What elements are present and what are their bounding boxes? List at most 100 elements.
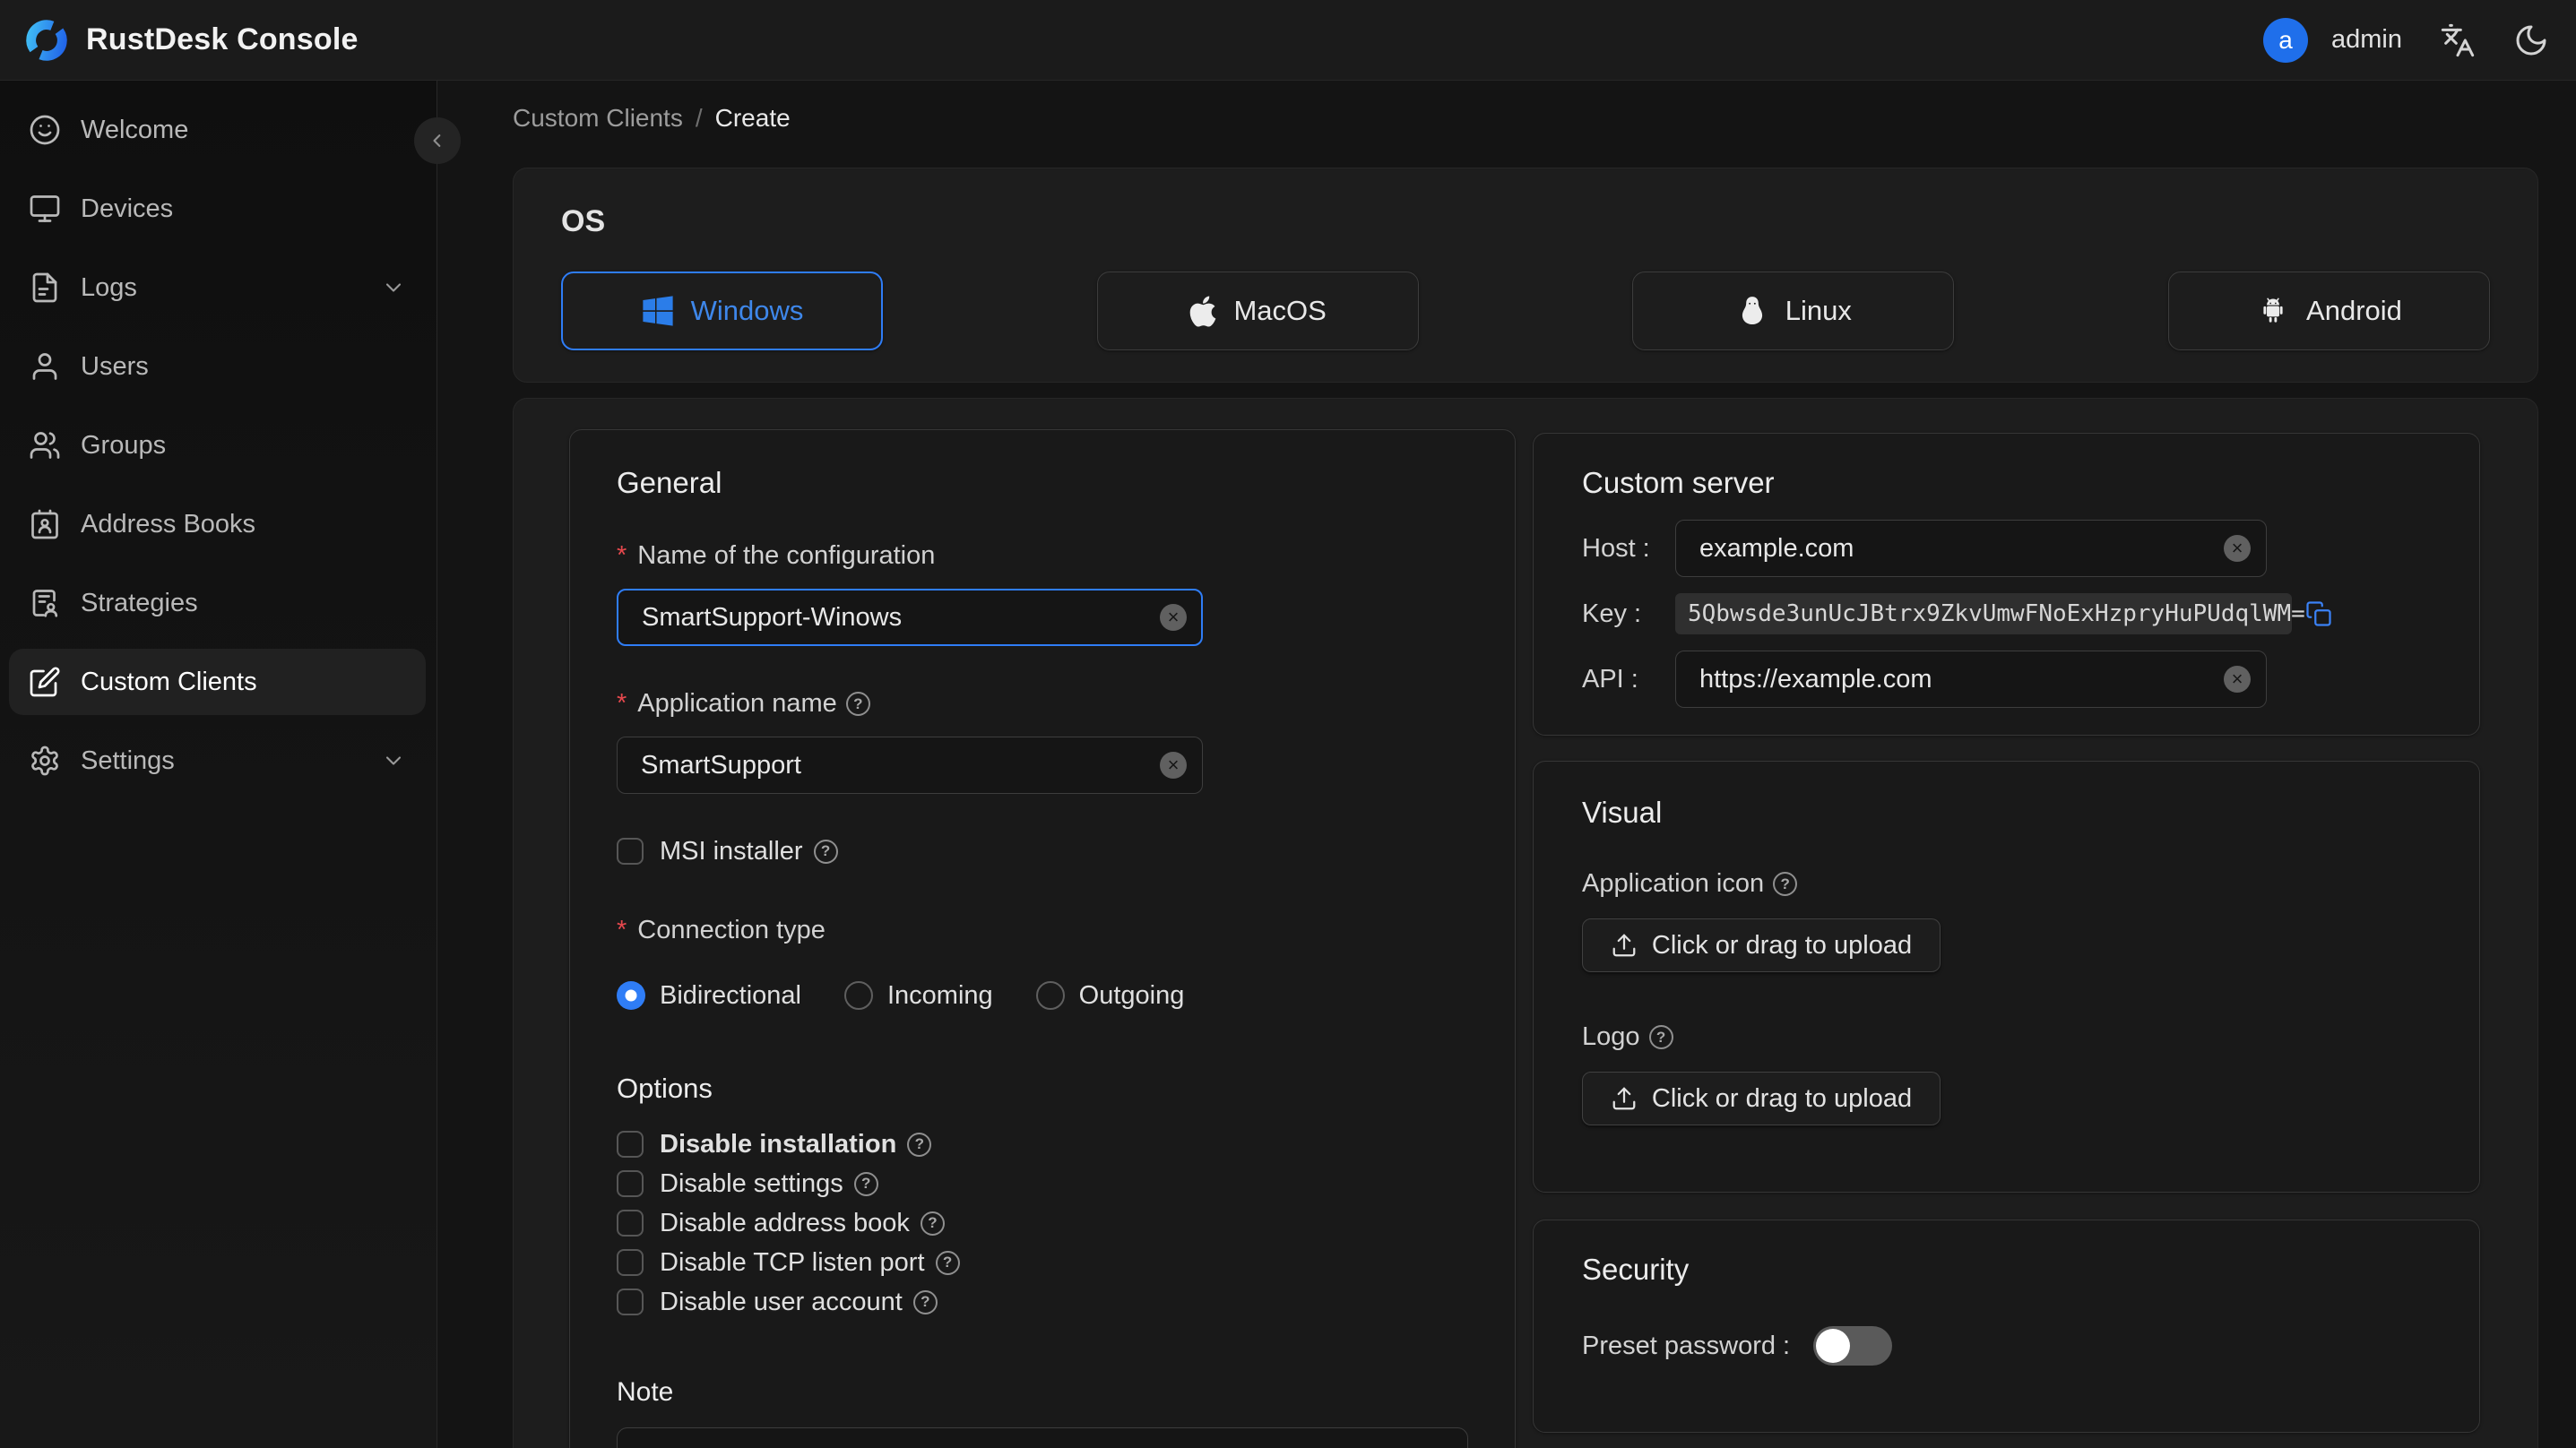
- radio-icon[interactable]: [617, 981, 645, 1010]
- brand: RustDesk Console: [23, 17, 359, 64]
- help-icon[interactable]: ?: [845, 692, 870, 716]
- breadcrumb-parent[interactable]: Custom Clients: [513, 104, 683, 133]
- disable-user-account-checkbox[interactable]: [617, 1289, 644, 1315]
- option-disable-address-book: Disable address book?: [617, 1203, 1468, 1243]
- main-content: Custom Clients / Create OS Windows MacOS: [437, 81, 2576, 1448]
- clear-config-name-icon[interactable]: ×: [1160, 604, 1187, 631]
- sidebar-item-address-books[interactable]: Address Books: [9, 491, 426, 557]
- help-icon[interactable]: ?: [853, 1171, 878, 1196]
- sidebar-item-welcome[interactable]: Welcome: [9, 97, 426, 163]
- help-icon[interactable]: ?: [1773, 872, 1798, 896]
- security-card: Security Preset password :: [1533, 1220, 2480, 1433]
- option-disable-tcp-listen-port: Disable TCP listen port?: [617, 1243, 1468, 1282]
- help-icon[interactable]: ?: [1648, 1025, 1673, 1049]
- option-disable-settings: Disable settings?: [617, 1164, 1468, 1203]
- disable-address-book-checkbox[interactable]: [617, 1210, 644, 1237]
- upload-icon: [1612, 934, 1636, 957]
- windows-icon: [641, 294, 675, 328]
- username[interactable]: admin: [2331, 25, 2402, 55]
- dark-mode-moon-icon[interactable]: [2513, 22, 2549, 58]
- clear-api-icon[interactable]: ×: [2224, 666, 2251, 693]
- os-button-label: Android: [2306, 295, 2402, 326]
- key-value: 5Qbwsde3unUcJBtrx9ZkvUmwFNoExHzpryHuPUdq…: [1688, 600, 2305, 627]
- rustdesk-logo-icon: [23, 17, 70, 64]
- host-label: Host :: [1582, 533, 1650, 563]
- help-icon[interactable]: ?: [912, 1289, 938, 1314]
- os-button-label: Windows: [690, 295, 804, 326]
- key-row: Key : 5Qbwsde3unUcJBtrx9ZkvUmwFNoExHzpry…: [1582, 593, 2431, 634]
- note-textarea[interactable]: [617, 1427, 1468, 1448]
- sidebar-item-strategies[interactable]: Strategies: [9, 570, 426, 636]
- file-text-icon: [29, 272, 61, 304]
- apple-icon: [1189, 294, 1217, 329]
- connection-type-radios: Bidirectional Incoming Outgoing: [617, 976, 1468, 1015]
- os-button-windows[interactable]: Windows: [561, 272, 883, 350]
- radio-outgoing[interactable]: Outgoing: [1035, 981, 1184, 1011]
- sidebar-item-devices[interactable]: Devices: [9, 176, 426, 242]
- general-title: General: [617, 466, 722, 499]
- help-icon[interactable]: ?: [813, 839, 838, 864]
- sidebar-item-label: Users: [81, 351, 149, 381]
- disable-tcp-listen-port-checkbox[interactable]: [617, 1249, 644, 1276]
- config-name-input[interactable]: [617, 589, 1203, 646]
- os-button-label: Linux: [1785, 295, 1852, 326]
- sidebar-item-label: Address Books: [81, 509, 256, 539]
- form-panel: General * Name of the configuration × * …: [513, 398, 2538, 1448]
- sidebar-item-settings[interactable]: Settings: [9, 728, 426, 794]
- visual-card: Visual Application icon ? Click or drag …: [1533, 761, 2480, 1193]
- preset-password-toggle[interactable]: [1813, 1326, 1893, 1366]
- config-name-label: * Name of the configuration: [617, 541, 936, 570]
- application-icon-upload-button[interactable]: Click or drag to upload: [1582, 918, 1941, 972]
- breadcrumb-current: Create: [714, 104, 791, 132]
- security-title: Security: [1582, 1253, 1690, 1286]
- application-name-input[interactable]: [617, 737, 1203, 794]
- android-robot-icon: [2256, 294, 2290, 328]
- api-label: API :: [1582, 664, 1638, 694]
- logo-upload-button[interactable]: Click or drag to upload: [1582, 1072, 1941, 1125]
- linux-penguin-icon: [1735, 294, 1769, 328]
- breadcrumb: Custom Clients / Create: [513, 104, 791, 133]
- sidebar-item-label: Groups: [81, 430, 167, 460]
- sidebar-item-label: Devices: [81, 194, 174, 223]
- help-icon[interactable]: ?: [920, 1211, 945, 1236]
- api-input[interactable]: [1675, 651, 2267, 708]
- option-disable-user-account: Disable user account?: [617, 1282, 1468, 1322]
- os-button-macos[interactable]: MacOS: [1096, 272, 1419, 350]
- custom-server-card: Custom server Host : × Key : 5Qbwsde3unU…: [1533, 433, 2480, 736]
- clear-application-name-icon[interactable]: ×: [1160, 752, 1187, 779]
- chevron-down-icon: [381, 748, 406, 773]
- sidebar-item-label: Welcome: [81, 115, 189, 144]
- msi-installer-checkbox[interactable]: [617, 838, 644, 865]
- edit-icon: [29, 666, 61, 698]
- sidebar-item-label: Custom Clients: [81, 667, 257, 696]
- os-button-linux[interactable]: Linux: [1632, 272, 1955, 350]
- help-icon[interactable]: ?: [907, 1132, 932, 1157]
- clear-host-icon[interactable]: ×: [2224, 535, 2251, 562]
- api-row: API : ×: [1582, 651, 2431, 708]
- connection-type-label: * Connection type: [617, 916, 826, 944]
- msi-installer-row: MSI installer ?: [617, 832, 1468, 871]
- disable-settings-checkbox[interactable]: [617, 1170, 644, 1197]
- copy-key-icon[interactable]: [2305, 600, 2332, 627]
- note-label: Note: [617, 1377, 674, 1407]
- key-value-box: 5Qbwsde3unUcJBtrx9ZkvUmwFNoExHzpryHuPUdq…: [1675, 593, 2331, 634]
- radio-icon[interactable]: [1035, 981, 1065, 1010]
- breadcrumb-separator: /: [695, 104, 703, 132]
- radio-incoming[interactable]: Incoming: [843, 981, 993, 1011]
- language-icon[interactable]: [2440, 22, 2476, 58]
- sidebar-item-logs[interactable]: Logs: [9, 254, 426, 321]
- host-input[interactable]: [1675, 520, 2267, 577]
- sidebar-item-users[interactable]: Users: [9, 333, 426, 400]
- gear-icon: [29, 745, 61, 777]
- help-icon[interactable]: ?: [935, 1250, 960, 1275]
- application-icon-label: Application icon ?: [1582, 869, 2431, 899]
- radio-icon[interactable]: [843, 981, 873, 1010]
- sidebar-item-custom-clients[interactable]: Custom Clients: [9, 649, 426, 715]
- radio-bidirectional[interactable]: Bidirectional: [617, 981, 801, 1011]
- disable-installation-checkbox[interactable]: [617, 1131, 644, 1158]
- os-button-android[interactable]: Android: [2167, 272, 2490, 350]
- sidebar-item-groups[interactable]: Groups: [9, 412, 426, 478]
- os-panel-title: OS: [561, 204, 606, 238]
- sidebar-collapse-button[interactable]: [414, 117, 461, 164]
- avatar[interactable]: a: [2263, 17, 2308, 63]
